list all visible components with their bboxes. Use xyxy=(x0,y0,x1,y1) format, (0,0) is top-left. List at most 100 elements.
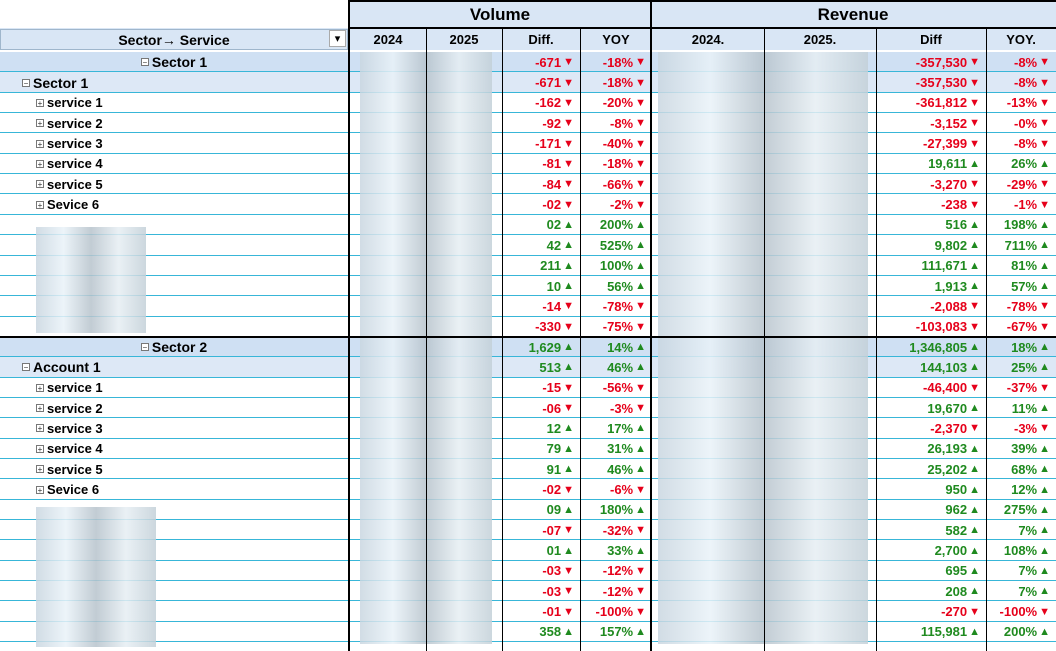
rev-diff-cell: 516 ▲ xyxy=(876,215,986,235)
column-divider xyxy=(876,28,877,651)
expand-icon[interactable]: + xyxy=(36,444,44,453)
vol-diff-cell: -07 ▼ xyxy=(502,520,580,540)
cell-value: 46% xyxy=(607,359,634,375)
cell-value: 100% xyxy=(599,258,634,274)
cell-value: 358 xyxy=(539,624,562,640)
column-divider xyxy=(502,28,503,651)
cell-value: -67% xyxy=(1006,319,1038,335)
cell-value: -671 xyxy=(535,75,562,91)
column-header-6[interactable]: 2025. xyxy=(764,29,876,50)
vol-yoy-cell: 157% ▲ xyxy=(580,622,652,642)
cell-value: 198% xyxy=(1003,217,1038,233)
column-header-3[interactable]: Diff. xyxy=(502,29,580,50)
column-header-1[interactable]: 2024 xyxy=(350,29,426,50)
vol-yoy-cell: 46% ▲ xyxy=(580,459,652,479)
rev-diff-cell: -103,083 ▼ xyxy=(876,317,986,337)
expand-icon[interactable]: + xyxy=(36,180,44,189)
cell-value: -3% xyxy=(1013,420,1038,436)
down-arrow-icon: ▼ xyxy=(969,178,980,191)
expand-icon[interactable]: + xyxy=(36,465,44,474)
down-arrow-icon: ▼ xyxy=(635,585,646,598)
down-arrow-icon: ▼ xyxy=(563,157,574,170)
down-arrow-icon: ▼ xyxy=(563,605,574,618)
row-field-header[interactable]: Sector→ Service xyxy=(0,29,348,50)
cell-value: 144,103 xyxy=(920,359,968,375)
collapse-icon[interactable]: − xyxy=(22,363,30,372)
cell-value: -12% xyxy=(602,563,634,579)
collapse-icon[interactable]: − xyxy=(140,58,149,67)
cell-value: -3,152 xyxy=(930,115,968,131)
down-arrow-icon: ▼ xyxy=(635,117,646,130)
service-row-label[interactable]: + service 5 xyxy=(36,459,346,479)
cell-value: -330 xyxy=(535,319,562,335)
column-header-4[interactable]: YOY xyxy=(580,29,652,50)
up-arrow-icon: ▲ xyxy=(1039,442,1050,455)
up-arrow-icon: ▲ xyxy=(635,625,646,638)
collapse-icon[interactable]: − xyxy=(140,343,149,352)
service-row-label[interactable]: + Sevice 6 xyxy=(36,479,346,499)
service-row-label[interactable]: + service 5 xyxy=(36,174,346,194)
service-row-label[interactable]: + service 1 xyxy=(36,93,346,113)
cell-value: 9,802 xyxy=(934,237,968,253)
expand-icon[interactable]: + xyxy=(36,424,44,433)
expand-icon[interactable]: + xyxy=(36,98,44,107)
up-arrow-icon: ▲ xyxy=(1039,463,1050,476)
rev-diff-cell: -357,530 ▼ xyxy=(876,72,986,92)
down-arrow-icon: ▼ xyxy=(1039,117,1050,130)
up-arrow-icon: ▲ xyxy=(635,341,646,354)
expand-icon[interactable]: + xyxy=(36,404,44,413)
service-row-label[interactable]: + service 4 xyxy=(36,439,346,459)
rev-diff-cell: -238 ▼ xyxy=(876,194,986,214)
sub-row-label[interactable]: − Sector 1 xyxy=(22,72,342,92)
down-arrow-icon: ▼ xyxy=(1039,178,1050,191)
expand-icon[interactable]: + xyxy=(36,383,44,392)
cell-value: 11% xyxy=(1011,400,1038,416)
expand-icon[interactable]: + xyxy=(36,119,44,128)
cell-value: -12% xyxy=(602,583,634,599)
vol-diff-cell: -02 ▼ xyxy=(502,479,580,499)
vol-diff-cell: 513 ▲ xyxy=(502,357,580,377)
sector-row-label[interactable]: − Sector 1 xyxy=(0,52,348,72)
column-header-5[interactable]: 2024. xyxy=(652,29,764,50)
down-arrow-icon: ▼ xyxy=(635,96,646,109)
cell-value: -18% xyxy=(602,75,634,91)
sort-filter-icon[interactable]: ▾ xyxy=(329,30,346,47)
cell-value: -03 xyxy=(542,563,562,579)
down-arrow-icon: ▼ xyxy=(563,564,574,577)
up-arrow-icon: ▲ xyxy=(635,280,646,293)
service-row-label[interactable]: + Sevice 6 xyxy=(36,194,346,214)
collapse-icon[interactable]: − xyxy=(22,78,30,87)
rev-yoy-cell: 25% ▲ xyxy=(986,357,1056,377)
sub-row-label[interactable]: − Account 1 xyxy=(22,357,342,377)
up-arrow-icon: ▲ xyxy=(969,544,980,557)
expand-icon[interactable]: + xyxy=(36,485,44,494)
cell-value: 26,193 xyxy=(927,441,968,457)
down-arrow-icon: ▼ xyxy=(635,300,646,313)
expand-icon[interactable]: + xyxy=(36,200,44,209)
down-arrow-icon: ▼ xyxy=(969,605,980,618)
rev-yoy-cell: -13% ▼ xyxy=(986,93,1056,113)
cell-value: 09 xyxy=(546,502,562,518)
cell-value: 513 xyxy=(539,359,562,375)
service-row-label[interactable]: + service 2 xyxy=(36,113,346,133)
cell-value: 275% xyxy=(1003,502,1038,518)
rev-yoy-cell: 12% ▲ xyxy=(986,479,1056,499)
service-row-label[interactable]: + service 4 xyxy=(36,154,346,174)
rev-yoy-cell: 7% ▲ xyxy=(986,520,1056,540)
service-row-label[interactable]: + service 2 xyxy=(36,398,346,418)
sector-row-label[interactable]: − Sector 2 xyxy=(0,337,348,357)
service-row-label[interactable]: + service 3 xyxy=(36,418,346,438)
column-divider xyxy=(580,28,581,651)
down-arrow-icon: ▼ xyxy=(1039,76,1050,89)
vol-yoy-cell: -18% ▼ xyxy=(580,72,652,92)
column-header-7[interactable]: Diff xyxy=(876,29,986,50)
expand-icon[interactable]: + xyxy=(36,159,44,168)
column-header-2[interactable]: 2025 xyxy=(426,29,502,50)
rev-yoy-cell: -8% ▼ xyxy=(986,133,1056,153)
service-row-label[interactable]: + service 1 xyxy=(36,378,346,398)
service-row-label[interactable]: + service 3 xyxy=(36,133,346,153)
expand-icon[interactable]: + xyxy=(36,139,44,148)
cell-value: -238 xyxy=(941,197,968,213)
cell-value: -32% xyxy=(602,522,634,538)
column-header-8[interactable]: YOY. xyxy=(986,29,1056,50)
